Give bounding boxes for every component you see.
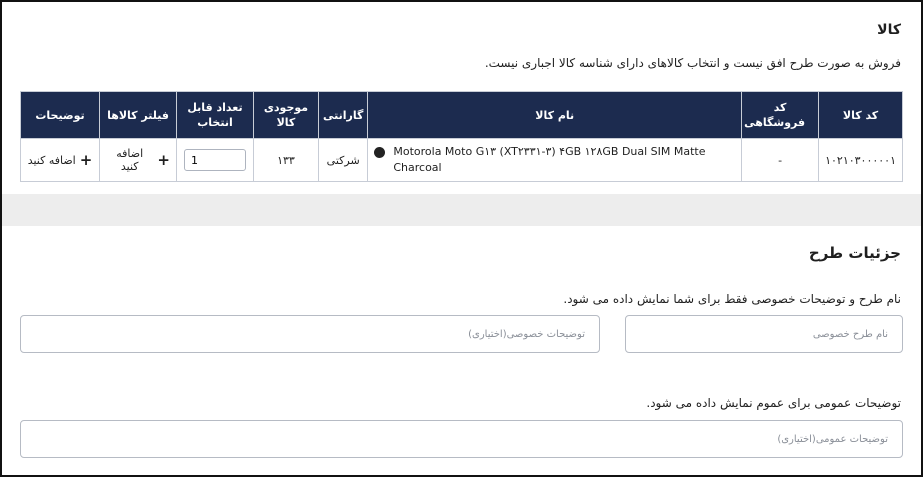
cell-code: ۱۰۲۱۰۳۰۰۰۰۰۱ [818, 138, 903, 182]
public-description-input[interactable] [21, 421, 902, 457]
private-description-field [20, 315, 600, 353]
product-name-text: Motorola Moto G۱۳ (XT۲۳۳۱-۳) ۴GB ۱۲۸GB D… [393, 145, 706, 174]
col-header-warranty: گارانتی [317, 91, 369, 139]
color-swatch-icon [374, 147, 386, 158]
col-header-selectable-qty: تعداد قابل انتخاب [175, 91, 254, 139]
col-header-stock: موجودی کالا [252, 91, 319, 139]
page-frame: کالا فروش به صورت طرح افق نیست و انتخاب … [0, 0, 923, 477]
plus-icon: + [157, 150, 170, 169]
add-description-button[interactable]: + اضافه کنید [27, 150, 93, 169]
cell-description: + اضافه کنید [19, 138, 101, 182]
table-row: ۱۰۲۱۰۳۰۰۰۰۰۱ - Motorola Moto G۱۳ (XT۲۳۳۱… [19, 138, 903, 182]
goods-section-title: کالا [877, 22, 901, 38]
plan-name-input[interactable] [626, 316, 902, 352]
col-header-description: توضیحات [19, 91, 101, 139]
cell-product-name: Motorola Moto G۱۳ (XT۲۳۳۱-۳) ۴GB ۱۲۸GB D… [367, 138, 743, 182]
add-filter-label: اضافه کنید [116, 147, 144, 173]
col-header-name: نام کالا [367, 91, 743, 139]
cell-filter: + اضافه کنید [99, 138, 177, 182]
quantity-input[interactable] [183, 149, 246, 171]
public-note: توضیحات عمومی برای عموم نمایش داده می شو… [646, 396, 901, 410]
col-header-code: کد کالا [818, 91, 903, 139]
section-divider [2, 194, 921, 226]
table-header-row: کد کالا کد فروشگاهی نام کالا گارانتی موج… [19, 91, 903, 139]
col-header-store-code: کد فروشگاهی [741, 91, 820, 139]
cell-stock: ۱۳۳ [252, 138, 319, 182]
col-header-filter: فیلتر کالاها [99, 91, 177, 139]
add-description-label: اضافه کنید [27, 153, 76, 167]
private-note: نام طرح و توضیحات خصوصی فقط برای شما نما… [563, 292, 901, 306]
private-description-input[interactable] [21, 316, 599, 352]
plus-icon: + [79, 150, 93, 169]
public-description-field [20, 420, 903, 458]
add-filter-button[interactable]: + اضافه کنید [106, 147, 170, 173]
cell-warranty: شرکتی [317, 138, 369, 182]
cell-store-code: - [741, 138, 820, 182]
plan-section-title: جزئیات طرح [808, 244, 901, 262]
plan-name-field [625, 315, 903, 353]
cell-selectable-qty [175, 138, 254, 182]
goods-notice: فروش به صورت طرح افق نیست و انتخاب کالاه… [484, 56, 901, 70]
goods-table: کد کالا کد فروشگاهی نام کالا گارانتی موج… [19, 91, 903, 182]
